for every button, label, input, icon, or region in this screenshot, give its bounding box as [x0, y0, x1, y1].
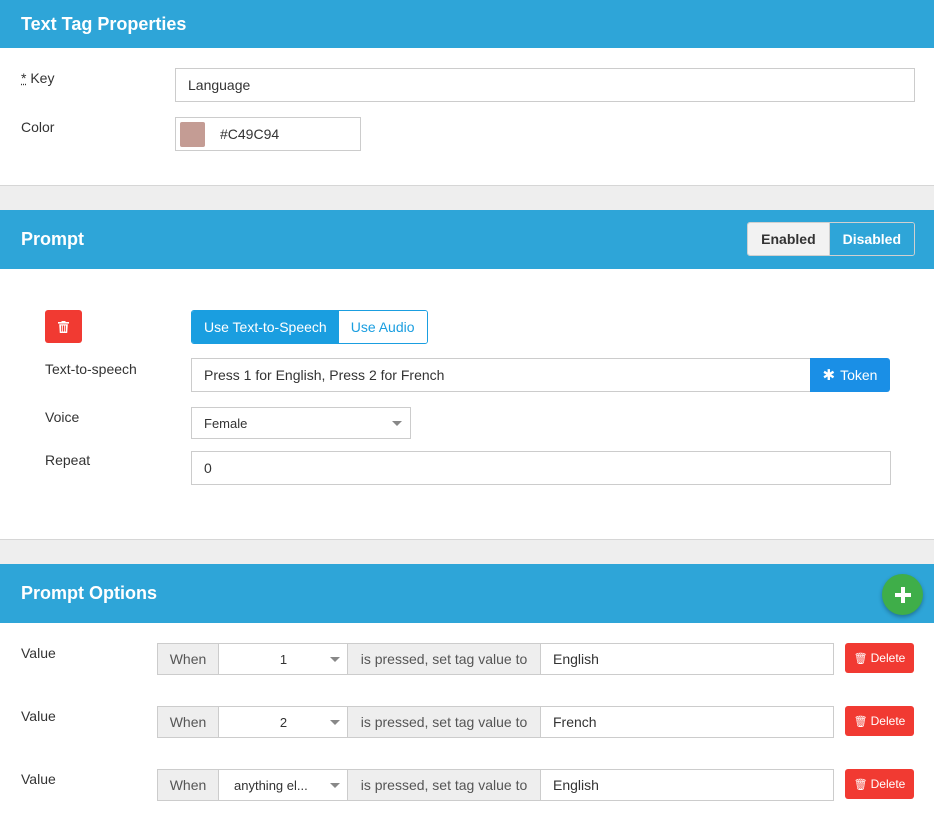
trash-icon: 🗑 [853, 652, 868, 665]
pressed-addon: is pressed, set tag value to [347, 769, 541, 801]
tag-value-input[interactable]: French [540, 706, 834, 738]
chevron-down-icon [330, 720, 340, 725]
tag-value-text: French [553, 714, 597, 730]
when-addon: When [157, 706, 219, 738]
prompt-body: Use Text-to-Speech Use Audio Text-to-spe… [0, 269, 934, 540]
color-swatch[interactable] [180, 122, 205, 147]
delete-option-button[interactable]: 🗑 Delete [845, 706, 914, 736]
color-label: Color [21, 119, 55, 135]
color-input[interactable]: #C49C94 [175, 117, 361, 151]
option-label: Value [21, 708, 56, 724]
token-button[interactable]: ✱ Token [810, 358, 890, 392]
key-select[interactable]: 1 [219, 643, 348, 675]
repeat-label: Repeat [45, 452, 91, 468]
tag-value-input[interactable]: English [540, 769, 834, 801]
color-input-value: #C49C94 [220, 126, 280, 142]
repeat-input-value: 0 [204, 460, 212, 476]
delete-label: Delete [870, 777, 906, 791]
delete-label: Delete [870, 651, 906, 665]
asterisk-icon: ✱ [822, 367, 836, 384]
prompt-mode-selector: Use Text-to-Speech Use Audio [191, 310, 428, 344]
option-label: Value [21, 771, 56, 787]
delete-label: Delete [870, 714, 906, 728]
pressed-addon: is pressed, set tag value to [347, 706, 541, 738]
trash-icon [58, 320, 69, 333]
repeat-input[interactable]: 0 [191, 451, 891, 485]
chevron-down-icon [392, 421, 402, 426]
delete-option-button[interactable]: 🗑 Delete [845, 643, 914, 673]
voice-select[interactable]: Female [191, 407, 411, 439]
key-label: * Key [21, 70, 54, 86]
prompt-header: Prompt Enabled Disabled [0, 210, 934, 269]
option-row: Value When anything el... is pressed, se… [0, 769, 934, 801]
add-option-button[interactable] [882, 574, 923, 615]
key-select[interactable]: anything el... [219, 769, 348, 801]
delete-option-button[interactable]: 🗑 Delete [845, 769, 914, 799]
option-label: Value [21, 645, 56, 661]
use-audio-button[interactable]: Use Audio [338, 311, 427, 343]
options-title: Prompt Options [21, 583, 157, 603]
disabled-button[interactable]: Disabled [828, 223, 914, 255]
key-select[interactable]: 2 [219, 706, 348, 738]
trash-icon: 🗑 [853, 778, 868, 791]
required-marker: * [21, 70, 27, 86]
when-addon: When [157, 769, 219, 801]
tts-label: Text-to-speech [45, 361, 137, 377]
key-input-value: Language [188, 77, 251, 93]
tts-input[interactable]: Press 1 for English, Press 2 for French [191, 358, 811, 392]
token-button-label: Token [840, 367, 878, 383]
use-tts-button[interactable]: Use Text-to-Speech [192, 311, 339, 343]
option-row: Value When 1 is pressed, set tag value t… [0, 643, 934, 675]
delete-prompt-button[interactable] [45, 310, 82, 343]
key-label-text: Key [30, 70, 55, 86]
chevron-down-icon [330, 657, 340, 662]
voice-select-value: Female [204, 415, 248, 431]
key-select-value: anything el... [234, 777, 308, 793]
voice-label: Voice [45, 409, 80, 425]
prompt-title: Prompt [21, 229, 84, 249]
properties-body: * Key Language Color #C49C94 [0, 48, 934, 186]
tag-value-input[interactable]: English [540, 643, 834, 675]
prompt-enable-toggle: Enabled Disabled [747, 222, 915, 256]
tag-value-text: English [553, 651, 599, 667]
key-select-value: 1 [279, 651, 288, 667]
properties-header: Text Tag Properties [0, 0, 934, 48]
tag-value-text: English [553, 777, 599, 793]
enabled-button[interactable]: Enabled [748, 223, 829, 255]
pressed-addon: is pressed, set tag value to [347, 643, 541, 675]
options-header: Prompt Options [0, 564, 934, 623]
option-row: Value When 2 is pressed, set tag value t… [0, 706, 934, 738]
plus-icon [894, 586, 911, 603]
key-select-value: 2 [279, 714, 288, 730]
chevron-down-icon [330, 783, 340, 788]
when-addon: When [157, 643, 219, 675]
tts-input-value: Press 1 for English, Press 2 for French [204, 367, 445, 383]
properties-title: Text Tag Properties [21, 13, 187, 34]
options-body: Value When 1 is pressed, set tag value t… [0, 623, 934, 816]
trash-icon: 🗑 [853, 715, 868, 728]
key-input[interactable]: Language [175, 68, 915, 102]
